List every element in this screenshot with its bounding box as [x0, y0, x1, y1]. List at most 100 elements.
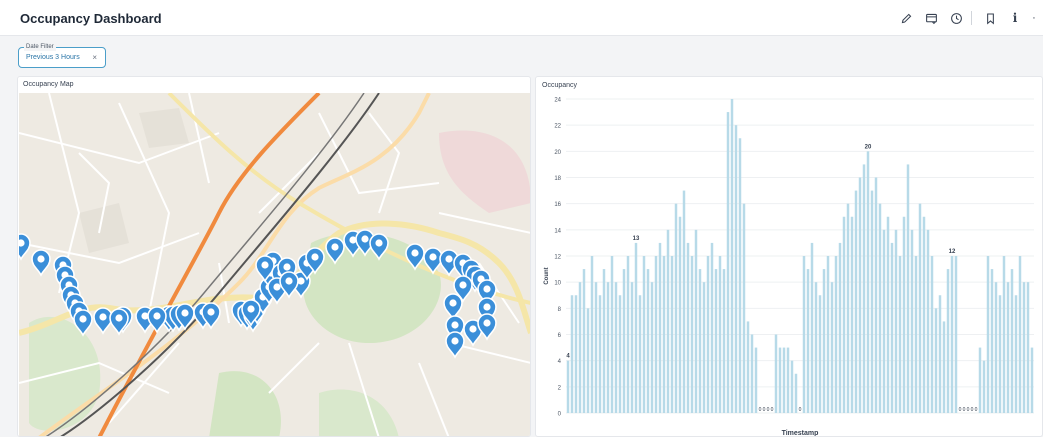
- chart-bar[interactable]: [658, 242, 662, 413]
- chart-bar[interactable]: [922, 216, 926, 413]
- clock-icon[interactable]: [945, 9, 967, 27]
- chart-bar[interactable]: [990, 269, 994, 413]
- chart-bar[interactable]: [994, 282, 998, 413]
- chart-bar[interactable]: [570, 295, 574, 413]
- chart-bar[interactable]: [738, 138, 742, 413]
- chart-bar[interactable]: [606, 282, 610, 413]
- chart-bar[interactable]: [642, 256, 646, 413]
- chart-bar[interactable]: [746, 321, 750, 413]
- chart-bar[interactable]: [710, 242, 714, 413]
- chart-bar[interactable]: [846, 203, 850, 413]
- chart-bar[interactable]: [726, 112, 730, 414]
- chart-bar[interactable]: [810, 242, 814, 413]
- chart-bar[interactable]: [586, 308, 590, 413]
- chart-bar[interactable]: [702, 282, 706, 413]
- chart-bar[interactable]: [638, 295, 642, 413]
- date-filter[interactable]: Date Filter Previous 3 Hours ×: [18, 43, 106, 68]
- chart-bar[interactable]: [618, 295, 622, 413]
- chart-bar[interactable]: [654, 256, 658, 413]
- chart-bar[interactable]: [634, 242, 638, 413]
- chart-bar[interactable]: [918, 203, 922, 413]
- chart-bar[interactable]: [630, 282, 634, 413]
- chart-bar[interactable]: [730, 99, 734, 413]
- chart-bar[interactable]: [1002, 256, 1006, 413]
- chart-bar[interactable]: [670, 256, 674, 413]
- chart-bar[interactable]: [722, 269, 726, 413]
- chart-bar[interactable]: [682, 190, 686, 413]
- chart-bar[interactable]: [602, 269, 606, 413]
- edit-icon[interactable]: [895, 9, 917, 27]
- chart-bar[interactable]: [822, 269, 826, 413]
- chart-bar[interactable]: [590, 256, 594, 413]
- chart-bar[interactable]: [786, 347, 790, 413]
- chart-bar[interactable]: [934, 308, 938, 413]
- chart-bar[interactable]: [742, 203, 746, 413]
- chart-bar[interactable]: [566, 360, 570, 413]
- chart-bar[interactable]: [714, 269, 718, 413]
- map-marker[interactable]: [443, 293, 463, 320]
- chart-bar[interactable]: [886, 216, 890, 413]
- chart-bar[interactable]: [794, 373, 798, 413]
- info-icon[interactable]: i: [1004, 9, 1026, 27]
- chart-bar[interactable]: [866, 151, 870, 413]
- chart-bar[interactable]: [582, 269, 586, 413]
- chart-bar[interactable]: [902, 216, 906, 413]
- chart-bar[interactable]: [774, 334, 778, 414]
- map-marker[interactable]: [93, 307, 113, 334]
- chart-bar[interactable]: [734, 125, 738, 413]
- map-marker[interactable]: [147, 306, 167, 333]
- chart-bar[interactable]: [646, 269, 650, 413]
- chart-bar[interactable]: [930, 256, 934, 413]
- chart-bar[interactable]: [1018, 256, 1022, 413]
- clear-filter-icon[interactable]: ×: [92, 53, 97, 62]
- chart-bar[interactable]: [706, 256, 710, 413]
- chart-bar[interactable]: [686, 242, 690, 413]
- occupancy-map[interactable]: [19, 93, 530, 436]
- chart-bar[interactable]: [678, 216, 682, 413]
- chart-bar[interactable]: [986, 256, 990, 413]
- chart-bar[interactable]: [750, 334, 754, 414]
- chart-bar[interactable]: [1022, 282, 1026, 413]
- chart-bar[interactable]: [802, 256, 806, 413]
- map-marker[interactable]: [109, 308, 129, 335]
- chart-bar[interactable]: [666, 229, 670, 413]
- chart-bar[interactable]: [954, 256, 958, 413]
- chart-bar[interactable]: [950, 256, 954, 413]
- chart-bar[interactable]: [806, 269, 810, 413]
- chart-bar[interactable]: [878, 203, 882, 413]
- chart-bar[interactable]: [610, 256, 614, 413]
- chart-bar[interactable]: [814, 282, 818, 413]
- chart-bar[interactable]: [662, 256, 666, 413]
- chart-bar[interactable]: [910, 229, 914, 413]
- chart-bar[interactable]: [790, 360, 794, 413]
- chart-bar[interactable]: [782, 347, 786, 413]
- chart-bar[interactable]: [854, 190, 858, 413]
- chart-bar[interactable]: [574, 295, 578, 413]
- chart-bar[interactable]: [894, 229, 898, 413]
- chart-bar[interactable]: [1026, 282, 1030, 413]
- chart-bar[interactable]: [870, 190, 874, 413]
- chart-bar[interactable]: [578, 282, 582, 413]
- bookmark-icon[interactable]: [979, 9, 1001, 27]
- map-marker[interactable]: [31, 249, 51, 276]
- chart-bar[interactable]: [874, 177, 878, 414]
- chart-bar[interactable]: [818, 295, 822, 413]
- chart-bar[interactable]: [926, 229, 930, 413]
- chart-bar[interactable]: [614, 282, 618, 413]
- chart-bar[interactable]: [842, 216, 846, 413]
- chart-bar[interactable]: [674, 203, 678, 413]
- chart-bar[interactable]: [830, 282, 834, 413]
- chart-bar[interactable]: [690, 256, 694, 413]
- chart-bar[interactable]: [1014, 295, 1018, 413]
- chart-bar[interactable]: [650, 282, 654, 413]
- chart-bar[interactable]: [1010, 269, 1014, 413]
- dashboard-icon[interactable]: [920, 9, 942, 27]
- chart-bar[interactable]: [698, 269, 702, 413]
- chart-bar[interactable]: [946, 269, 950, 413]
- chart-bar[interactable]: [850, 216, 854, 413]
- chart-bar[interactable]: [718, 256, 722, 413]
- chart-bar[interactable]: [1006, 282, 1010, 413]
- chart-bar[interactable]: [754, 347, 758, 413]
- more-icon[interactable]: ·: [1029, 9, 1039, 27]
- chart-bar[interactable]: [778, 347, 782, 413]
